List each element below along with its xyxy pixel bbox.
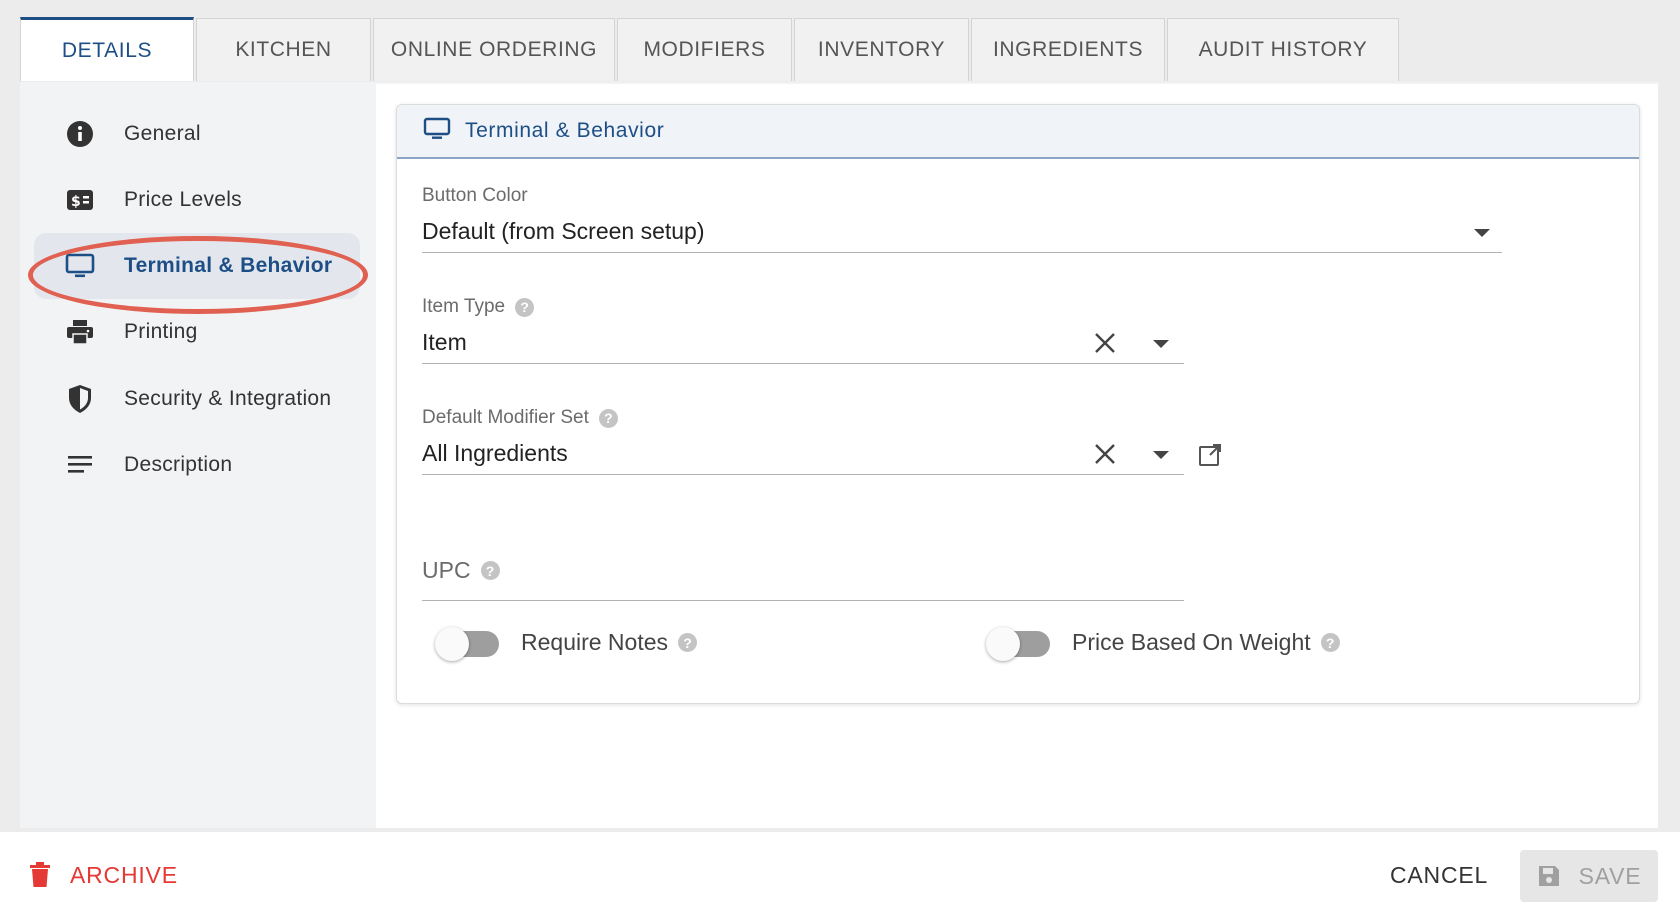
upc-label: UPC? [422, 545, 1184, 584]
tab-online-ordering[interactable]: ONLINE ORDERING [373, 18, 615, 81]
tab-audit-history[interactable]: AUDIT HISTORY [1167, 18, 1399, 81]
sidebar: General $ Price Levels Terminal & Behavi… [20, 82, 375, 828]
help-icon[interactable]: ? [515, 297, 535, 317]
chevron-down-icon[interactable] [1153, 451, 1169, 459]
tab-modifiers[interactable]: MODIFIERS [617, 18, 792, 81]
default-modifier-set-label: Default Modifier Set? [422, 407, 1252, 429]
sidebar-item-terminal-behavior[interactable]: Terminal & Behavior [34, 233, 360, 299]
tab-label: AUDIT HISTORY [1198, 38, 1368, 61]
details-panel: General $ Price Levels Terminal & Behavi… [20, 82, 1658, 828]
field-label-text: Button Color [422, 185, 528, 206]
svg-text:$: $ [71, 194, 81, 210]
sidebar-item-security-integration[interactable]: Security & Integration [34, 366, 360, 432]
save-label: SAVE [1578, 862, 1642, 889]
tab-details[interactable]: DETAILS [20, 17, 194, 81]
cancel-label: CANCEL [1390, 861, 1489, 888]
item-type-select[interactable]: Item [422, 322, 1184, 364]
tab-label: INGREDIENTS [992, 38, 1144, 61]
clear-icon[interactable] [1092, 330, 1118, 356]
field-label-text: Default Modifier Set [422, 407, 589, 428]
archive-label: ARCHIVE [70, 861, 178, 888]
require-notes-toggle[interactable] [435, 627, 499, 661]
tab-label: KITCHEN [235, 38, 332, 61]
tab-inventory[interactable]: INVENTORY [794, 18, 969, 81]
sidebar-item-label: Description [124, 453, 233, 476]
tab-label: INVENTORY [817, 38, 946, 61]
button-color-field: Button Color Default (from Screen setup) [422, 185, 1502, 253]
main-content: Terminal & Behavior Button Color Default… [376, 84, 1658, 828]
sidebar-item-price-levels[interactable]: $ Price Levels [34, 167, 360, 233]
tab-ingredients[interactable]: INGREDIENTS [971, 18, 1165, 81]
section-title: Terminal & Behavior [465, 119, 665, 142]
field-label-text: UPC [422, 557, 471, 583]
terminal-behavior-card: Terminal & Behavior Button Color Default… [396, 104, 1640, 704]
toggle-label-text: Require Notes [521, 629, 669, 655]
upc-field[interactable]: UPC? [422, 545, 1184, 601]
sidebar-item-general[interactable]: General [34, 101, 360, 167]
default-modifier-set-value: All Ingredients [422, 440, 568, 466]
help-icon[interactable]: ? [678, 633, 698, 652]
trash-icon [30, 862, 50, 888]
help-icon[interactable]: ? [1320, 633, 1340, 652]
item-type-value: Item [422, 329, 467, 355]
chevron-down-icon[interactable] [1153, 340, 1169, 348]
sidebar-item-label: Terminal & Behavior [124, 254, 333, 277]
button-color-select[interactable]: Default (from Screen setup) [422, 211, 1502, 253]
card-header: Terminal & Behavior [397, 105, 1639, 159]
chevron-down-icon[interactable] [1474, 229, 1490, 237]
item-type-label: Item Type? [422, 296, 1184, 318]
dollar-icon: $ [64, 184, 96, 216]
tab-label: DETAILS [61, 38, 153, 62]
sidebar-item-label: General [124, 122, 201, 145]
cancel-button[interactable]: CANCEL [1390, 852, 1488, 898]
footer-bar: ARCHIVE CANCEL SAVE [0, 832, 1680, 919]
save-button[interactable]: SAVE [1520, 850, 1658, 902]
monitor-icon [64, 250, 96, 282]
button-color-label: Button Color [422, 185, 1502, 207]
printer-icon [64, 316, 96, 348]
sidebar-item-label: Price Levels [124, 188, 242, 211]
toggle-knob [435, 627, 469, 661]
toggle-knob [986, 627, 1020, 661]
button-color-value: Default (from Screen setup) [422, 218, 705, 244]
save-icon [1537, 864, 1561, 888]
info-icon [64, 118, 96, 150]
help-icon[interactable]: ? [480, 561, 500, 580]
tab-kitchen[interactable]: KITCHEN [196, 18, 371, 81]
shield-icon [64, 383, 96, 415]
notes-icon [64, 449, 96, 481]
help-icon[interactable]: ? [598, 408, 618, 428]
sidebar-item-printing[interactable]: Printing [34, 299, 360, 365]
sidebar-item-label: Security & Integration [124, 387, 332, 410]
open-external-icon[interactable] [1198, 443, 1222, 472]
tab-bar: DETAILS KITCHEN ONLINE ORDERING MODIFIER… [20, 17, 1401, 81]
item-type-field: Item Type? Item [422, 296, 1184, 364]
monitor-icon [423, 117, 451, 146]
price-based-on-weight-toggle[interactable] [986, 627, 1050, 661]
tab-label: MODIFIERS [643, 38, 766, 61]
price-based-on-weight-label: Price Based On Weight? [1072, 629, 1340, 656]
clear-icon[interactable] [1092, 441, 1118, 467]
default-modifier-set-field: Default Modifier Set? All Ingredients [422, 407, 1252, 475]
sidebar-item-description[interactable]: Description [34, 432, 360, 498]
field-label-text: Item Type [422, 296, 506, 317]
tab-label: ONLINE ORDERING [390, 38, 598, 61]
sidebar-item-label: Printing [124, 320, 198, 343]
require-notes-label: Require Notes? [521, 629, 698, 656]
toggle-label-text: Price Based On Weight [1072, 629, 1311, 655]
archive-button[interactable]: ARCHIVE [30, 852, 178, 898]
default-modifier-set-select[interactable]: All Ingredients [422, 433, 1184, 475]
